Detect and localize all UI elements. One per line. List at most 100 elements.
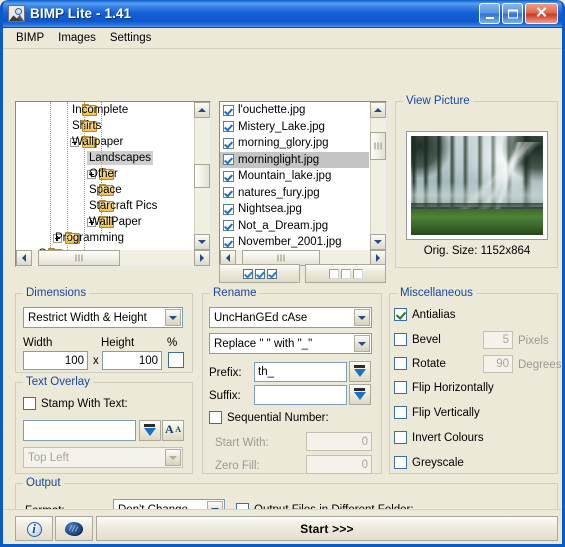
checkbox-icon [209, 411, 222, 424]
flip-horizontally-checkbox[interactable]: Flip Horizontally [394, 381, 494, 394]
rotate-checkbox[interactable]: Rotate [394, 357, 446, 370]
file-checkbox[interactable] [223, 203, 234, 215]
maximize-button[interactable] [502, 3, 523, 24]
file-list-item[interactable]: l'ouchette.jpg [220, 102, 369, 119]
file-list-item[interactable]: Mistery_Lake.jpg [220, 119, 369, 136]
file-checkbox[interactable] [223, 236, 234, 248]
about-button[interactable] [55, 516, 93, 541]
tree-node-space[interactable]: Space [16, 182, 193, 198]
percent-checkbox[interactable] [168, 352, 184, 368]
menu-images[interactable]: Images [51, 30, 103, 46]
minimize-button[interactable] [479, 3, 500, 24]
tree-scroll-down-button[interactable] [194, 234, 210, 250]
height-input[interactable]: 100 [102, 351, 162, 370]
apply-prefix-icon [352, 364, 368, 380]
zero-fill-label: Zero Fill: [215, 460, 260, 472]
tree-node-wallpaper[interactable]: WallPaper [16, 214, 193, 230]
tree-node-other[interactable]: Other [16, 166, 193, 182]
close-button[interactable]: ✕ [525, 3, 558, 24]
file-checkbox[interactable] [223, 121, 234, 133]
tree-node-landscapes[interactable]: Landscapes [16, 150, 193, 166]
sequential-number-checkbox[interactable]: Sequential Number: [209, 411, 329, 424]
file-checkbox[interactable] [223, 137, 234, 149]
chevron-down-icon[interactable] [354, 309, 370, 326]
checkbox-icon [394, 333, 407, 346]
tree-node-wallpaper[interactable]: Wallpaper [16, 134, 193, 150]
uncheck-all-button[interactable] [305, 264, 386, 283]
bevel-pixels-input[interactable]: 5 [483, 331, 513, 349]
menu-bimp[interactable]: BIMP [9, 30, 51, 46]
file-checkbox[interactable] [223, 220, 234, 232]
overlay-position-select[interactable]: Top Left [23, 447, 183, 468]
tree-node-starcraft-pics[interactable]: Starcraft Pics [16, 198, 193, 214]
rotate-degrees-input[interactable]: 90 [483, 355, 513, 373]
zero-fill-input[interactable]: 0 [306, 455, 372, 474]
tree-scroll-right-button[interactable] [194, 250, 210, 266]
greyscale-label: Greyscale [412, 456, 464, 469]
overlay-text-input[interactable] [23, 420, 136, 441]
rename-replace-select[interactable]: Replace " " with "_" [209, 333, 372, 354]
file-list-item[interactable]: Mountain_lake.jpg [220, 168, 369, 185]
tree-node-shirts[interactable]: Shirts [16, 118, 193, 134]
font-button[interactable]: AA [162, 420, 184, 441]
window-controls: ✕ [479, 3, 558, 24]
check-all-button[interactable] [219, 264, 300, 283]
list-scroll-up-button[interactable] [370, 102, 386, 118]
start-with-input[interactable]: 0 [306, 432, 372, 451]
dimensions-mode-select[interactable]: Restrict Width & Height [23, 307, 183, 328]
menu-settings[interactable]: Settings [103, 30, 159, 46]
chevron-down-icon[interactable] [354, 335, 370, 352]
width-input[interactable]: 100 [23, 351, 88, 370]
apply-prefix-button[interactable] [349, 361, 371, 382]
file-checkbox[interactable] [223, 104, 234, 116]
tree-scroll-up-button[interactable] [194, 102, 210, 118]
rename-case-select[interactable]: UncHanGEd cAse [209, 307, 372, 328]
flip-vertically-label: Flip Vertically [412, 406, 480, 419]
antialias-checkbox[interactable]: Antialias [394, 308, 455, 321]
tree-vertical-scrollbar[interactable] [194, 102, 210, 250]
list-vscroll-thumb[interactable] [370, 132, 386, 160]
tree-node-incomplete[interactable]: Incomplete [16, 102, 193, 118]
list-scroll-down-button[interactable] [370, 234, 386, 250]
start-with-label: Start With: [215, 437, 269, 449]
file-list-item[interactable]: Not_a_Dream.jpg [220, 218, 369, 235]
flip-vertically-checkbox[interactable]: Flip Vertically [394, 406, 480, 419]
app-root: BIMP Lite - 1.41 ✕ BIMP Images Settings … [0, 0, 565, 547]
file-list[interactable]: l'ouchette.jpg Mistery_Lake.jpg morning_gl… [219, 101, 387, 267]
greyscale-checkbox[interactable]: Greyscale [394, 456, 464, 469]
start-button[interactable]: Start >>> [96, 516, 558, 541]
width-value: 100 [64, 354, 84, 367]
tree-horizontal-scrollbar[interactable] [16, 250, 210, 266]
suffix-input[interactable] [254, 385, 347, 405]
file-list-item[interactable]: Nightsea.jpg [220, 201, 369, 218]
file-list-item[interactable]: morninglight.jpg [220, 151, 369, 168]
apply-text-button[interactable] [139, 420, 161, 441]
file-checkbox[interactable] [223, 154, 234, 166]
file-list-item[interactable]: morning_glory.jpg [220, 135, 369, 152]
tree-vscroll-thumb[interactable] [194, 164, 210, 188]
list-vertical-scrollbar[interactable] [370, 102, 386, 250]
file-list-item[interactable]: November_2001.jpg [220, 234, 369, 251]
info-button[interactable]: i [15, 516, 53, 541]
tree-guide-line [101, 102, 102, 235]
file-checkbox[interactable] [223, 187, 234, 199]
invert-colours-checkbox[interactable]: Invert Colours [394, 431, 484, 444]
tree-scroll-left-button[interactable] [16, 250, 32, 266]
chevron-down-icon[interactable] [165, 309, 181, 326]
stamp-with-text-checkbox[interactable]: Stamp With Text: [23, 397, 128, 410]
title-bar[interactable]: BIMP Lite - 1.41 ✕ [3, 0, 562, 28]
file-name-label: Nightsea.jpg [238, 203, 302, 216]
apply-suffix-button[interactable] [349, 384, 371, 405]
overlay-position-value: Top Left [28, 451, 69, 464]
file-name-label: Mountain_lake.jpg [238, 170, 332, 183]
chevron-down-icon[interactable] [165, 449, 181, 466]
thumbnail-frame[interactable] [406, 131, 548, 240]
file-checkbox[interactable] [223, 170, 234, 182]
bevel-checkbox[interactable]: Bevel [394, 333, 441, 346]
tree-node-programming[interactable]: Programming [16, 230, 193, 246]
tree-hscroll-thumb[interactable] [38, 250, 120, 266]
folder-tree[interactable]: Incomplete Shirts Wallpaper Landscapes Other… [15, 101, 211, 267]
file-list-item[interactable]: natures_fury.jpg [220, 185, 369, 202]
prefix-input[interactable]: th_ [254, 362, 347, 382]
uncheck-all-icon [328, 268, 339, 279]
